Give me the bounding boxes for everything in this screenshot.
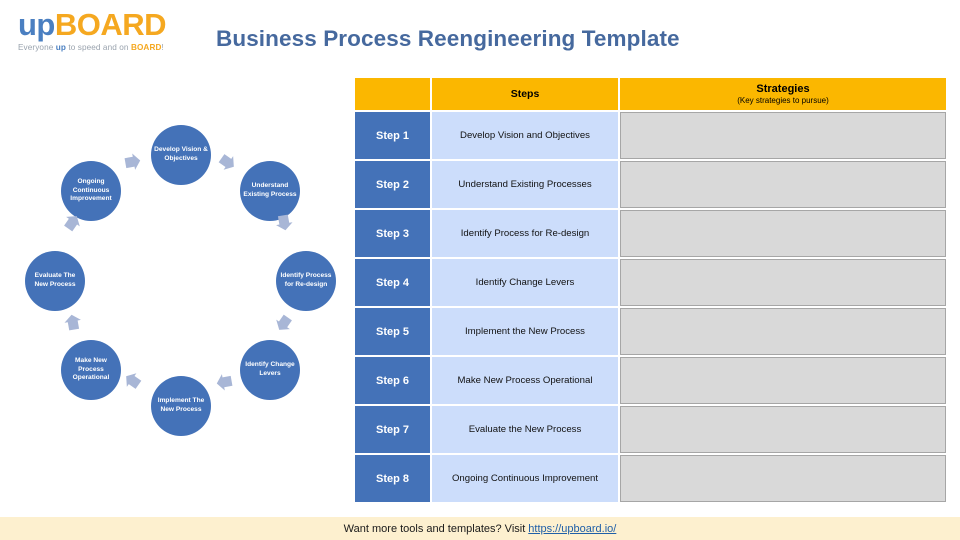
table-row: Step 7 Evaluate the New Process [355, 406, 946, 453]
footer-link[interactable]: https://upboard.io/ [528, 523, 616, 535]
cycle-node-label: Identify Process for Re-design [280, 272, 332, 288]
table-row: Step 1 Develop Vision and Objectives [355, 112, 946, 159]
step-description-2: Understand Existing Processes [432, 161, 618, 208]
step-description-6: Make New Process Operational [432, 357, 618, 404]
step-label-5: Step 5 [355, 308, 430, 355]
header-cell-blank [355, 78, 430, 110]
step-label-1: Step 1 [355, 112, 430, 159]
strategy-input-6[interactable] [620, 357, 946, 404]
strategy-input-1[interactable] [620, 112, 946, 159]
step-description-7: Evaluate the New Process [432, 406, 618, 453]
header-strategies-title: Strategies [756, 82, 810, 95]
table-row: Step 2 Understand Existing Processes [355, 161, 946, 208]
cycle-node-label: Develop Vision & Objectives [154, 146, 208, 162]
cycle-arrow-icon [119, 367, 147, 395]
cycle-node-identify-process-redesign[interactable]: Identify Process for Re-design [276, 251, 336, 311]
cycle-arrow-icon [120, 150, 143, 173]
cycle-node-develop-vision-objectives[interactable]: Develop Vision & Objectives [151, 125, 211, 185]
cycle-node-label: Ongoing Continuous Improvement [70, 178, 112, 203]
step-description-3: Identify Process for Re-design [432, 210, 618, 257]
strategy-input-2[interactable] [620, 161, 946, 208]
strategy-input-3[interactable] [620, 210, 946, 257]
step-label-2: Step 2 [355, 161, 430, 208]
cycle-arrow-icon [272, 210, 295, 233]
cycle-arrow-icon [270, 309, 298, 337]
table-header-row: Steps Strategies (Key strategies to purs… [355, 78, 946, 110]
process-cycle-diagram: Develop Vision & Objectives Understand E… [8, 108, 348, 453]
page-header: upBOARD Everyone up to speed and on BOAR… [0, 0, 960, 70]
header-cell-strategies: Strategies (Key strategies to pursue) [620, 78, 946, 110]
strategy-input-4[interactable] [620, 259, 946, 306]
footer-text: Want more tools and templates? Visit [343, 522, 526, 535]
step-label-8: Step 8 [355, 455, 430, 502]
steps-strategies-table: Steps Strategies (Key strategies to purs… [355, 78, 946, 504]
step-description-8: Ongoing Continuous Improvement [432, 455, 618, 502]
strategy-input-7[interactable] [620, 406, 946, 453]
tagline-part-3: ! [161, 43, 164, 52]
step-description-1: Develop Vision and Objectives [432, 112, 618, 159]
page-footer: Want more tools and templates? Visit htt… [0, 517, 960, 540]
cycle-node-label: Evaluate The New Process [34, 272, 76, 288]
strategy-input-5[interactable] [620, 308, 946, 355]
table-row: Step 8 Ongoing Continuous Improvement [355, 455, 946, 502]
cycle-node-label: Understand Existing Process [243, 182, 297, 198]
step-label-3: Step 3 [355, 210, 430, 257]
logo-tagline: Everyone up to speed and on BOARD! [18, 42, 193, 53]
step-label-6: Step 6 [355, 357, 430, 404]
table-row: Step 4 Identify Change Levers [355, 259, 946, 306]
header-cell-steps: Steps [432, 78, 618, 110]
upboard-logo: upBOARD Everyone up to speed and on BOAR… [18, 8, 193, 53]
cycle-node-implement-new-process[interactable]: Implement The New Process [151, 376, 211, 436]
cycle-arrow-icon [61, 311, 84, 334]
step-label-7: Step 7 [355, 406, 430, 453]
step-description-4: Identify Change Levers [432, 259, 618, 306]
tagline-board: BOARD [130, 43, 162, 52]
table-row: Step 6 Make New Process Operational [355, 357, 946, 404]
strategy-input-8[interactable] [620, 455, 946, 502]
page-title: Business Process Reengineering Template [216, 26, 680, 51]
cycle-arrow-icon [213, 148, 241, 176]
cycle-node-evaluate-new-process[interactable]: Evaluate The New Process [25, 251, 85, 311]
tagline-part-2: to speed and on [65, 43, 131, 52]
cycle-node-identify-change-levers[interactable]: Identify Change Levers [240, 340, 300, 400]
tagline-part-1: Everyone [18, 43, 56, 52]
step-description-5: Implement the New Process [432, 308, 618, 355]
table-row: Step 5 Implement the New Process [355, 308, 946, 355]
cycle-node-label: Make New Process Operational [72, 357, 110, 382]
logo-board-text: BOARD [54, 7, 167, 42]
cycle-arrow-icon [213, 370, 236, 393]
table-row: Step 3 Identify Process for Re-design [355, 210, 946, 257]
cycle-node-label: Implement The New Process [157, 397, 205, 413]
step-label-4: Step 4 [355, 259, 430, 306]
tagline-up: up [55, 43, 66, 52]
header-strategies-subtitle: (Key strategies to pursue) [737, 95, 829, 105]
cycle-node-make-new-process-operational[interactable]: Make New Process Operational [61, 340, 121, 400]
logo-up-text: up [18, 7, 55, 42]
cycle-node-label: Identify Change Levers [245, 361, 295, 377]
logo-wordmark: upBOARD [18, 8, 193, 42]
